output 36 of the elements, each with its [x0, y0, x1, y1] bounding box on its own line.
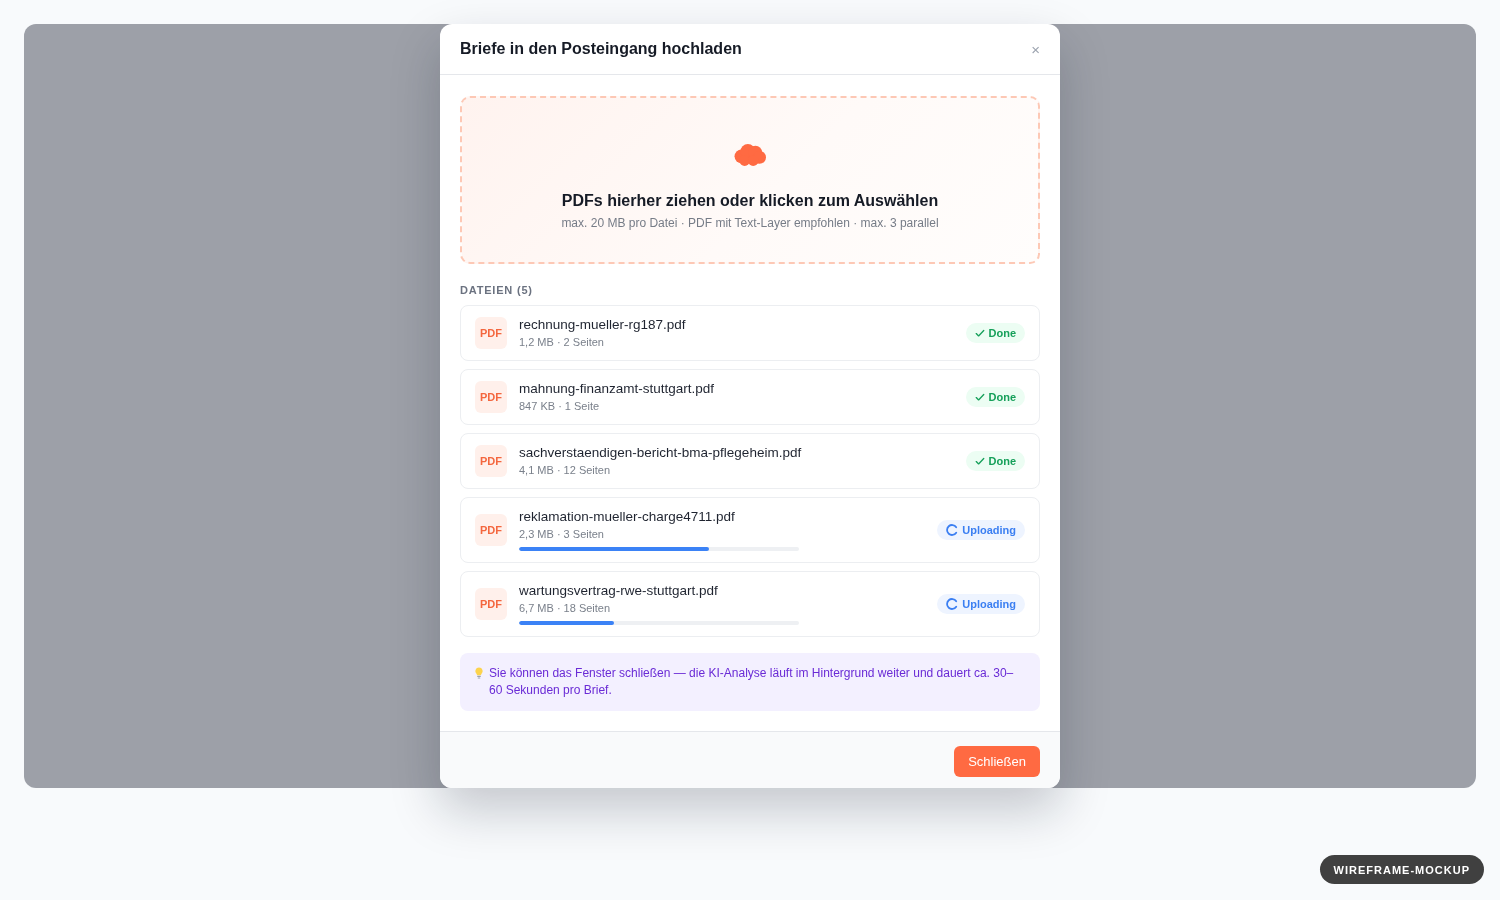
file-name: reklamation-mueller-charge4711.pdf	[519, 509, 735, 525]
spinner-icon	[946, 598, 959, 610]
check-icon	[974, 328, 985, 338]
dialog-title: Briefe in den Posteingang hochladen	[460, 40, 742, 58]
info-note-text: Sie können das Fenster schließen — die KI-Analyse läuft im Hintergrund weiter und dauert ca. 30–60 Sekunden pro Brief.	[489, 665, 1015, 699]
drop-zone-hint: max. 20 MB pro Datei · PDF mit Text-Layer empfohlen · max. 3 parallel	[561, 216, 939, 230]
file-type-label: PDF	[475, 588, 507, 620]
status-text: Done	[988, 327, 1016, 339]
cloud-icon	[734, 144, 766, 166]
close-dialog-button[interactable]: Schließen	[954, 746, 1040, 777]
file-meta: 847 KB · 1 Seite	[519, 399, 600, 413]
section-heading: DATEIEN (5)	[460, 283, 533, 297]
file-type-label: PDF	[475, 445, 507, 477]
mockup-label: WIREFRAME-MOCKUP	[1319, 855, 1484, 884]
status-text: Done	[988, 391, 1016, 403]
file-meta: 2,3 MB · 3 Seiten	[519, 527, 604, 541]
status-text: Uploading	[962, 524, 1016, 536]
file-meta: 6,7 MB · 18 Seiten	[519, 601, 611, 615]
drop-zone[interactable]: PDFs hierher ziehen oder klicken zum Auswählen max. 20 MB pro Datei · PDF mit Text-Layer empfohlen · max. 3 parallel	[460, 96, 1040, 264]
check-icon	[974, 392, 985, 402]
status-text: Done	[988, 455, 1016, 467]
check-icon	[974, 456, 985, 466]
file-type-label: PDF	[475, 317, 507, 349]
drop-zone-title: PDFs hierher ziehen oder klicken zum Auswählen	[561, 193, 939, 209]
file-name: wartungsvertrag-rwe-stuttgart.pdf	[519, 583, 718, 599]
file-meta: 1,2 MB · 2 Seiten	[519, 335, 604, 349]
file-name: sachverstaendigen-bericht-bma-pflegeheim.pdf	[519, 445, 802, 461]
close-button[interactable]: ×	[1029, 42, 1042, 58]
file-meta: 4,1 MB · 12 Seiten	[519, 463, 611, 477]
file-name: rechnung-mueller-rg187.pdf	[519, 317, 686, 333]
file-type-label: PDF	[475, 381, 507, 413]
status-text: Uploading	[962, 598, 1016, 610]
lightbulb-icon	[474, 666, 484, 680]
spinner-icon	[946, 524, 959, 536]
file-name: mahnung-finanzamt-stuttgart.pdf	[519, 381, 715, 397]
file-type-label: PDF	[475, 514, 507, 546]
